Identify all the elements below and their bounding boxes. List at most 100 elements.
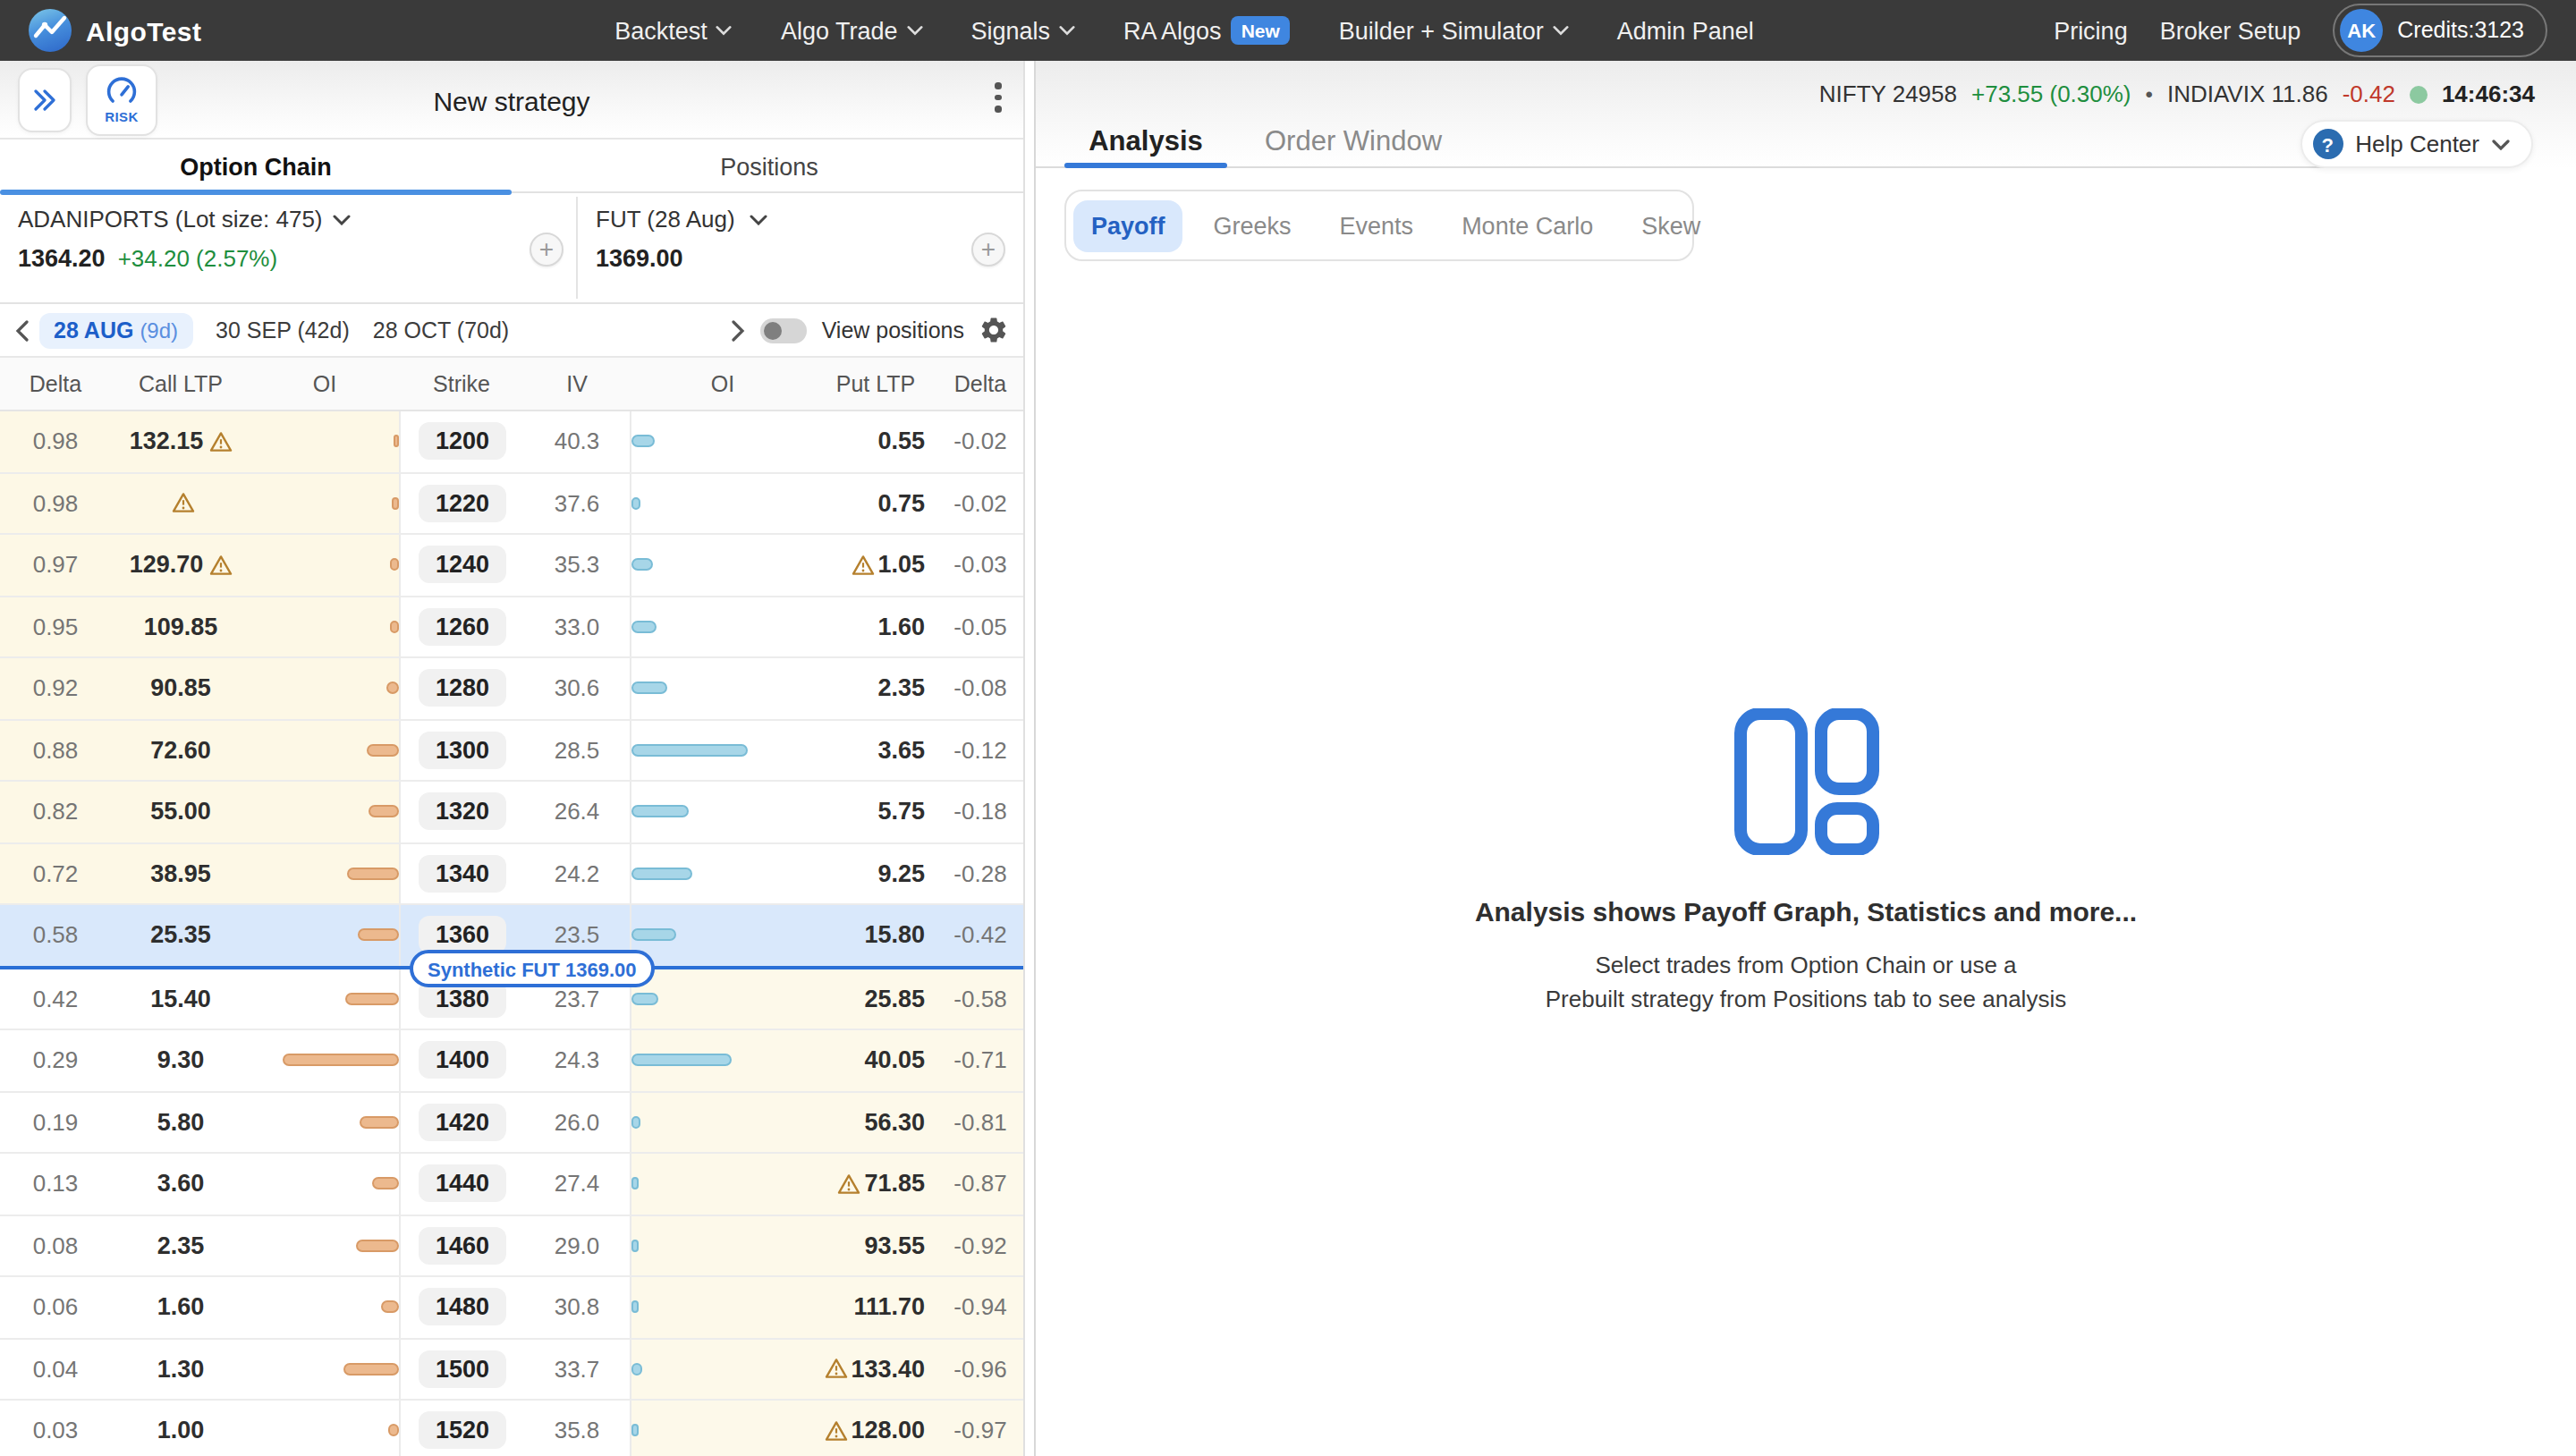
nav-broker-setup[interactable]: Broker Setup bbox=[2160, 17, 2301, 44]
put-delta: -0.58 bbox=[936, 969, 1023, 1029]
put-ltp[interactable]: 111.70 bbox=[816, 1277, 936, 1337]
put-ltp[interactable]: 71.85 bbox=[816, 1154, 936, 1214]
empty-state-subtext: Select trades from Option Chain or use a… bbox=[1546, 948, 2066, 1016]
call-oi-bar bbox=[250, 1030, 399, 1090]
put-ltp[interactable]: 2.35 bbox=[816, 658, 936, 718]
strike[interactable]: 1260 bbox=[399, 597, 524, 656]
put-ltp[interactable]: 25.85 bbox=[816, 969, 936, 1029]
strike[interactable]: 1320 bbox=[399, 782, 524, 842]
add-instrument-button[interactable]: + bbox=[530, 233, 564, 267]
strike[interactable]: 1200 bbox=[399, 411, 524, 471]
subtab-payoff[interactable]: Payoff bbox=[1073, 199, 1183, 251]
instrument-selector[interactable]: ADANIPORTS (Lot size: 475) bbox=[18, 206, 352, 233]
call-ltp[interactable]: 38.95 bbox=[111, 843, 250, 903]
strike[interactable]: 1340 bbox=[399, 843, 524, 903]
call-ltp[interactable] bbox=[111, 473, 250, 533]
call-delta: 0.92 bbox=[0, 658, 111, 718]
put-oi-bar bbox=[630, 720, 816, 780]
put-ltp[interactable]: 0.55 bbox=[816, 411, 936, 471]
call-ltp[interactable]: 90.85 bbox=[111, 658, 250, 718]
tab-positions[interactable]: Positions bbox=[513, 140, 1025, 193]
expiry-28aug[interactable]: 28 AUG (9d) bbox=[39, 312, 192, 348]
put-ltp[interactable]: 15.80 bbox=[816, 905, 936, 965]
call-oi-bar bbox=[250, 597, 399, 656]
subtab-monte-carlo[interactable]: Monte Carlo bbox=[1444, 199, 1611, 251]
help-center-button[interactable]: ? Help Center bbox=[2300, 120, 2533, 168]
instrument-change: +34.20 (2.57%) bbox=[118, 245, 278, 272]
call-ltp[interactable]: 1.30 bbox=[111, 1339, 250, 1399]
nav-item-ra-algos[interactable]: RA AlgosNew bbox=[1123, 16, 1291, 45]
put-delta: -0.05 bbox=[936, 597, 1023, 656]
call-delta: 0.13 bbox=[0, 1154, 111, 1214]
call-ltp[interactable]: 9.30 bbox=[111, 1030, 250, 1090]
call-ltp[interactable]: 1.00 bbox=[111, 1401, 250, 1456]
strike[interactable]: 1280 bbox=[399, 658, 524, 718]
view-positions-toggle[interactable] bbox=[761, 317, 808, 343]
option-chain-row: 0.08 2.35 1460 29.0 93.55 -0.92 bbox=[0, 1215, 1023, 1277]
iv: 26.0 bbox=[524, 1092, 630, 1152]
avatar[interactable]: AK bbox=[2340, 9, 2383, 52]
more-menu-icon[interactable] bbox=[995, 82, 1002, 112]
subtab-events[interactable]: Events bbox=[1322, 199, 1432, 251]
put-ltp[interactable]: 5.75 bbox=[816, 782, 936, 842]
call-ltp[interactable]: 109.85 bbox=[111, 597, 250, 656]
tab-option-chain[interactable]: Option Chain bbox=[0, 140, 512, 193]
put-ltp[interactable]: 3.65 bbox=[816, 720, 936, 780]
credits-pill[interactable]: AK Credits:3123 bbox=[2333, 4, 2547, 57]
add-future-button[interactable]: + bbox=[971, 233, 1005, 267]
strike[interactable]: 1480 bbox=[399, 1277, 524, 1337]
subtab-greeks[interactable]: Greeks bbox=[1196, 199, 1309, 251]
call-ltp[interactable]: 72.60 bbox=[111, 720, 250, 780]
put-ltp[interactable]: 128.00 bbox=[816, 1401, 936, 1456]
strike[interactable]: 1240 bbox=[399, 535, 524, 595]
nav-item-admin-panel[interactable]: Admin Panel bbox=[1617, 17, 1754, 44]
put-ltp[interactable]: 1.05 bbox=[816, 535, 936, 595]
tab-order-window[interactable]: Order Window bbox=[1265, 125, 1442, 157]
call-ltp[interactable]: 15.40 bbox=[111, 969, 250, 1029]
call-ltp[interactable]: 132.15 bbox=[111, 411, 250, 471]
option-chain-row: 0.03 1.00 1520 35.8 128.00 -0.97 bbox=[0, 1401, 1023, 1456]
brand[interactable]: AlgoTest bbox=[29, 9, 315, 52]
iv: 35.3 bbox=[524, 535, 630, 595]
subtab-skew[interactable]: Skew bbox=[1623, 199, 1718, 251]
expiry-30sep[interactable]: 30 SEP (42d) bbox=[216, 317, 350, 343]
nav-item-builder-simulator[interactable]: Builder + Simulator bbox=[1339, 17, 1569, 44]
call-ltp[interactable]: 2.35 bbox=[111, 1215, 250, 1275]
put-ltp[interactable]: 56.30 bbox=[816, 1092, 936, 1152]
future-selector[interactable]: FUT (28 Aug) bbox=[596, 206, 767, 233]
call-ltp[interactable]: 25.35 bbox=[111, 905, 250, 965]
strike[interactable]: 1400 bbox=[399, 1030, 524, 1090]
put-ltp[interactable]: 1.60 bbox=[816, 597, 936, 656]
strike[interactable]: 1520 bbox=[399, 1401, 524, 1456]
put-ltp[interactable]: 133.40 bbox=[816, 1339, 936, 1399]
call-ltp[interactable]: 3.60 bbox=[111, 1154, 250, 1214]
expiry-28oct[interactable]: 28 OCT (70d) bbox=[373, 317, 509, 343]
put-ltp[interactable]: 40.05 bbox=[816, 1030, 936, 1090]
tab-analysis[interactable]: Analysis bbox=[1064, 125, 1227, 157]
put-ltp[interactable]: 93.55 bbox=[816, 1215, 936, 1275]
nav-pricing[interactable]: Pricing bbox=[2054, 17, 2128, 44]
call-ltp[interactable]: 1.60 bbox=[111, 1277, 250, 1337]
call-ltp[interactable]: 5.80 bbox=[111, 1092, 250, 1152]
nav-item-backtest[interactable]: Backtest bbox=[614, 17, 733, 44]
settings-gear-icon[interactable] bbox=[979, 315, 1009, 345]
chevron-down-icon bbox=[334, 214, 352, 224]
nav-item-algo-trade[interactable]: Algo Trade bbox=[781, 17, 923, 44]
strike[interactable]: 1420 bbox=[399, 1092, 524, 1152]
call-ltp[interactable]: 129.70 bbox=[111, 535, 250, 595]
expiry-prev-icon[interactable] bbox=[14, 319, 29, 341]
chevron-down-icon bbox=[2492, 139, 2510, 149]
call-ltp[interactable]: 55.00 bbox=[111, 782, 250, 842]
expiry-next-icon[interactable] bbox=[733, 319, 747, 341]
nav-item-signals[interactable]: Signals bbox=[970, 17, 1075, 44]
strike[interactable]: 1220 bbox=[399, 473, 524, 533]
strike[interactable]: 1300 bbox=[399, 720, 524, 780]
warning-icon bbox=[208, 431, 232, 453]
put-ltp[interactable]: 0.75 bbox=[816, 473, 936, 533]
strike[interactable]: 1460 bbox=[399, 1215, 524, 1275]
iv: 29.0 bbox=[524, 1215, 630, 1275]
chevron-down-icon bbox=[1059, 25, 1075, 36]
put-ltp[interactable]: 9.25 bbox=[816, 843, 936, 903]
strike[interactable]: 1500 bbox=[399, 1339, 524, 1399]
strike[interactable]: 1440 bbox=[399, 1154, 524, 1214]
